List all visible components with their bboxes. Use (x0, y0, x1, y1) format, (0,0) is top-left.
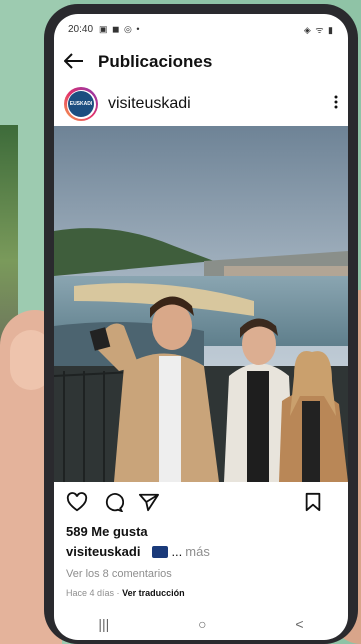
post-meta: Hace 4 días · Ver traducción (66, 588, 185, 598)
status-bar: 20:40 ▣ ◼ ◎ • ◈ ᯤ ▮ (54, 14, 348, 44)
more-options-icon[interactable] (334, 95, 338, 113)
post-header: EUSKADI visiteuskadi (54, 84, 348, 124)
system-back-button[interactable]: < (295, 616, 303, 632)
home-button[interactable]: ○ (198, 616, 206, 632)
translate-link[interactable]: Ver traducción (122, 588, 185, 598)
account-logo: EUSKADI (68, 91, 94, 117)
caption-more-link[interactable]: más (185, 544, 210, 559)
post-time-ago: Hace 4 días (66, 588, 115, 598)
notification-icons: ▣ ◼ ◎ • (99, 23, 141, 34)
post-actions (54, 488, 348, 516)
share-icon[interactable] (138, 492, 160, 512)
top-nav-bar: Publicaciones (54, 44, 348, 80)
caption-emoji-icon (152, 545, 169, 558)
caption-username[interactable]: visiteuskadi (66, 544, 140, 559)
post-caption: visiteuskadi ... más (66, 544, 210, 559)
avatar[interactable]: EUSKADI (64, 87, 98, 121)
post-username[interactable]: visiteuskadi (108, 95, 191, 113)
arrow-left-icon[interactable] (63, 51, 98, 73)
bookmark-icon[interactable] (304, 492, 322, 512)
phone-screen: 20:40 ▣ ◼ ◎ • ◈ ᯤ ▮ Publicaciones EUSKAD… (54, 14, 348, 640)
post-photo[interactable] (54, 126, 348, 482)
view-comments-link[interactable]: Ver los 8 comentarios (66, 568, 172, 580)
caption-ellipsis: ... (171, 544, 183, 559)
system-status-icons: ◈ ᯤ ▮ (303, 24, 334, 35)
avatar-ring: EUSKADI (66, 89, 96, 119)
comment-icon[interactable] (102, 492, 124, 512)
meta-separator: · (116, 588, 120, 598)
system-nav-bar: ||| ○ < (54, 612, 348, 636)
page-title: Publicaciones (98, 52, 213, 71)
status-time: 20:40 (68, 23, 94, 35)
recent-apps-button[interactable]: ||| (98, 616, 109, 632)
like-count[interactable]: 589 Me gusta (66, 524, 148, 539)
heart-icon[interactable] (66, 492, 88, 512)
